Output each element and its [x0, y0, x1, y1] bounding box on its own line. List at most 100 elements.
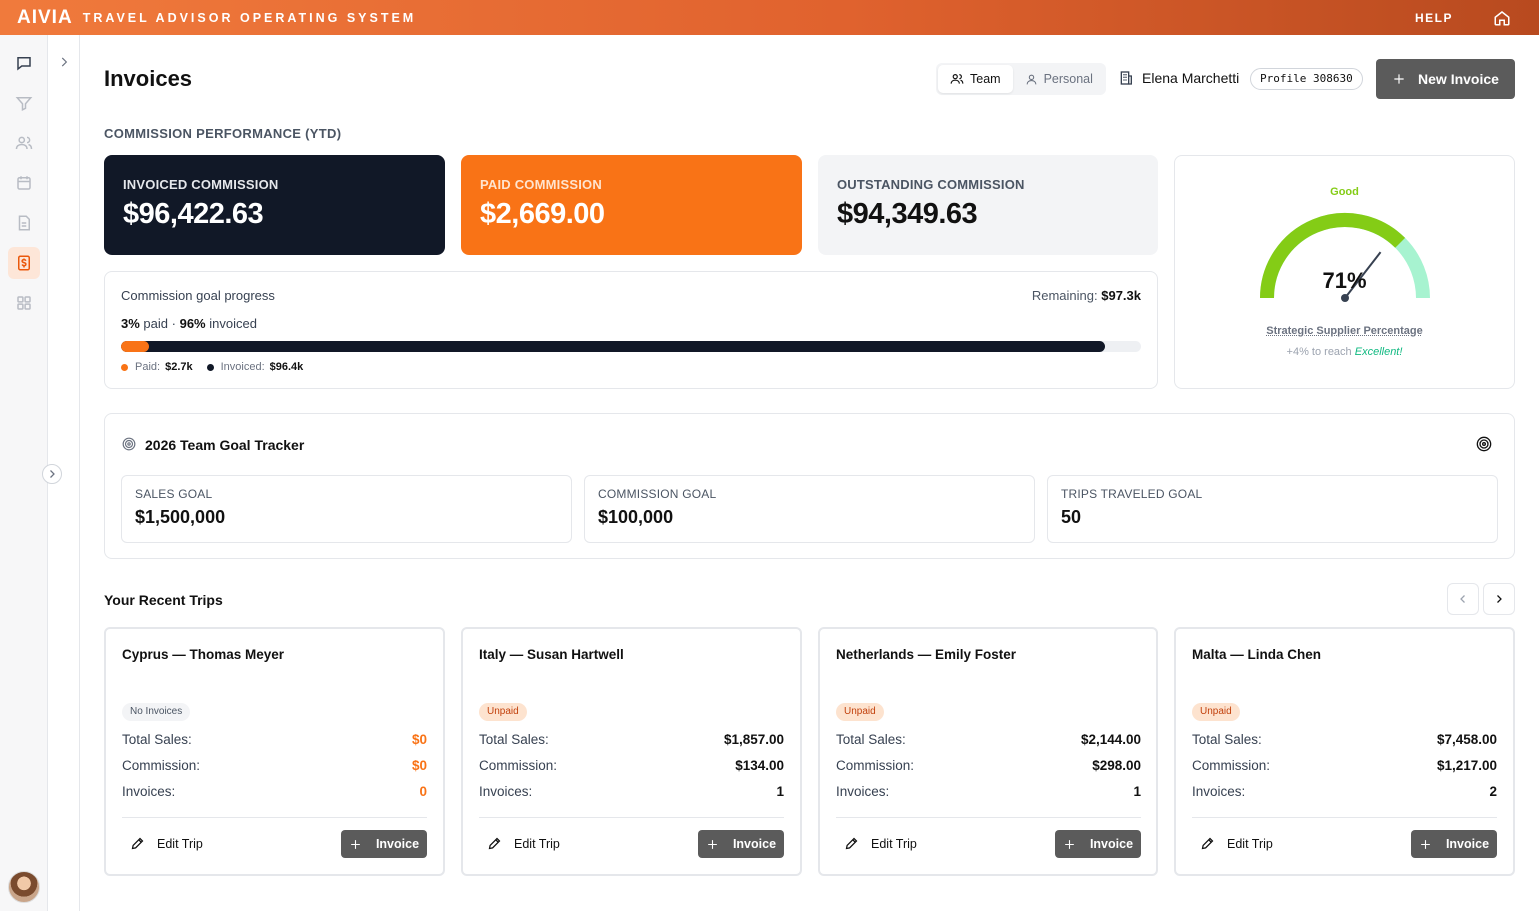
trips-next-button[interactable]	[1483, 583, 1515, 615]
brand-logo[interactable]: AIVIA	[17, 7, 73, 29]
filter-icon[interactable]	[15, 94, 33, 112]
edit-trip-label: Edit Trip	[871, 836, 917, 851]
goal-remaining-value: $97.3k	[1101, 288, 1141, 303]
user-icon	[1026, 74, 1036, 84]
total-sales-label: Total Sales:	[479, 732, 549, 747]
sales-goal-value: $1,500,000	[135, 507, 226, 527]
trip-name: Netherlands — Emily Foster	[836, 647, 1017, 662]
sidebar-toggle-button[interactable]	[42, 464, 62, 484]
toggle-team-label: Team	[970, 72, 1001, 86]
trips-goal-value: 50	[1061, 507, 1082, 527]
new-invoice-label: New Invoice	[1418, 71, 1499, 87]
commission-value: $134.00	[735, 758, 784, 773]
legend-paid-label: Paid:	[135, 361, 161, 373]
paid-word: paid	[143, 316, 168, 331]
commission-label: Commission:	[836, 758, 915, 773]
trip-commission-row: Commission: $0	[122, 758, 427, 773]
outstanding-commission-card: OUTSTANDING COMMISSION $94,349.63	[818, 155, 1158, 255]
total-sales-label: Total Sales:	[122, 732, 192, 747]
edit-trip-button[interactable]: Edit Trip	[487, 836, 560, 851]
target-icon[interactable]	[1476, 436, 1492, 452]
left-nav-rail	[0, 35, 48, 911]
paid-percent: 3%	[121, 316, 140, 331]
gauge-label[interactable]: Strategic Supplier Percentage	[1175, 325, 1514, 337]
status-badge: No Invoices	[122, 703, 191, 721]
commission-goal-box: COMMISSION GOAL $100,000	[584, 475, 1035, 543]
chevron-left-icon	[1460, 595, 1465, 603]
goal-progress-bar	[121, 341, 1141, 352]
goal-progress-title: Commission goal progress	[121, 288, 275, 303]
legend-invoiced-dot	[206, 363, 214, 371]
trips-prev-button[interactable]	[1447, 583, 1479, 615]
users-icon[interactable]	[15, 134, 33, 152]
add-invoice-button[interactable]: Invoice	[341, 830, 427, 858]
edit-trip-label: Edit Trip	[514, 836, 560, 851]
toggle-team[interactable]: Team	[938, 65, 1013, 93]
edit-trip-button[interactable]: Edit Trip	[1200, 836, 1273, 851]
invoice-dollar-icon[interactable]	[15, 254, 33, 272]
add-invoice-button[interactable]: Invoice	[1055, 830, 1141, 858]
commission-value: $298.00	[1092, 758, 1141, 773]
invoices-value: 1	[776, 784, 784, 799]
goal-progress-summary: 3% paid · 96% invoiced	[121, 316, 257, 331]
trip-total-sales-row: Total Sales: $7,458.00	[1192, 732, 1497, 747]
commission-section-label: COMMISSION PERFORMANCE (YTD)	[104, 126, 342, 141]
trip-invoices-row: Invoices: 1	[836, 784, 1141, 799]
add-invoice-button[interactable]: Invoice	[1411, 830, 1497, 858]
grid-icon[interactable]	[15, 294, 33, 312]
plus-icon	[708, 839, 717, 849]
chevron-right-icon	[50, 470, 55, 478]
home-icon[interactable]	[1493, 9, 1511, 27]
document-icon[interactable]	[15, 214, 33, 232]
total-sales-label: Total Sales:	[836, 732, 906, 747]
goal-progress-paid-fill	[121, 341, 149, 352]
trip-divider	[479, 817, 784, 818]
commission-goal-progress: Commission goal progress Remaining: $97.…	[104, 271, 1158, 389]
chevron-right-icon[interactable]	[57, 55, 71, 69]
pencil-icon	[131, 837, 144, 850]
edit-trip-button[interactable]: Edit Trip	[130, 836, 203, 851]
sales-goal-box: SALES GOAL $1,500,000	[121, 475, 572, 543]
trip-total-sales-row: Total Sales: $0	[122, 732, 427, 747]
invoiced-commission-card: INVOICED COMMISSION $96,422.63	[104, 155, 445, 255]
goal-remaining-label: Remaining:	[1031, 288, 1098, 303]
team-goal-tracker: 2026 Team Goal Tracker SALES GOAL $1,500…	[104, 413, 1515, 559]
help-link[interactable]: HELP	[1415, 11, 1453, 25]
invoiced-commission-label: INVOICED COMMISSION	[123, 177, 279, 192]
trip-name: Cyprus — Thomas Meyer	[122, 647, 285, 662]
trip-commission-row: Commission: $298.00	[836, 758, 1141, 773]
chevron-right-icon	[1497, 595, 1502, 603]
gauge-value: 71%	[1322, 268, 1367, 293]
new-invoice-button[interactable]: New Invoice	[1376, 59, 1515, 99]
legend-invoiced-value: $96.4k	[269, 361, 304, 373]
paid-commission-card: PAID COMMISSION $2,669.00	[461, 155, 802, 255]
trip-card[interactable]: Cyprus — Thomas Meyer No Invoices Total …	[104, 627, 445, 876]
strategic-supplier-gauge-card: Good 71% Strategic Supplier Percentage +…	[1174, 155, 1515, 389]
commission-goal-value: $100,000	[598, 507, 674, 527]
add-invoice-label: Invoice	[375, 837, 420, 851]
trip-card[interactable]: Netherlands — Emily Foster Unpaid Total …	[818, 627, 1158, 876]
trip-card[interactable]: Italy — Susan Hartwell Unpaid Total Sale…	[461, 627, 802, 876]
trip-divider	[1192, 817, 1497, 818]
calendar-icon[interactable]	[15, 174, 33, 192]
legend-paid-dot	[121, 363, 128, 371]
trip-divider	[836, 817, 1141, 818]
total-sales-value: $1,857.00	[723, 732, 784, 747]
user-avatar[interactable]	[8, 871, 40, 903]
toggle-personal[interactable]: Personal	[1013, 65, 1105, 93]
outstanding-commission-label: OUTSTANDING COMMISSION	[837, 177, 1025, 192]
profile-chip[interactable]: Profile 308630	[1250, 68, 1363, 90]
commission-value: $1,217.00	[1436, 758, 1497, 773]
edit-trip-button[interactable]: Edit Trip	[844, 836, 917, 851]
invoices-label: Invoices:	[836, 784, 890, 799]
gauge-hint-prefix: +4% to reach	[1286, 346, 1352, 358]
invoiced-percent: 96%	[179, 316, 206, 331]
total-sales-value: $2,144.00	[1080, 732, 1141, 747]
add-invoice-button[interactable]: Invoice	[698, 830, 784, 858]
trip-card[interactable]: Malta — Linda Chen Unpaid Total Sales: $7…	[1174, 627, 1515, 876]
legend-invoiced: Invoiced: $96.4k	[206, 361, 304, 373]
chat-icon[interactable]	[15, 54, 33, 72]
team-personal-toggle: Team Personal	[936, 63, 1106, 95]
sales-goal-label: SALES GOAL	[135, 487, 213, 501]
top-bar: AIVIA TRAVEL ADVISOR OPERATING SYSTEM HE…	[0, 0, 1539, 35]
